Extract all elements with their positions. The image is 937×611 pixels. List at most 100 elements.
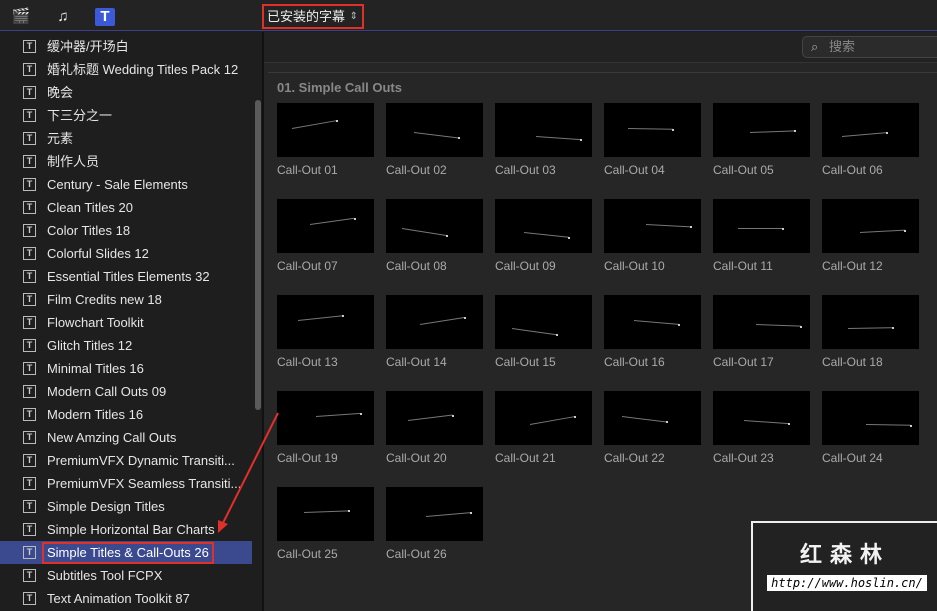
sidebar-item[interactable]: T Essential Titles Elements 32 [0,265,252,288]
sidebar-item[interactable]: T Colorful Slides 12 [0,242,252,265]
sidebar-item[interactable]: T Simple Titles & Call-Outs 26 [0,541,252,564]
title-thumbnail [386,103,483,157]
sidebar-item[interactable]: T Simple Horizontal Bar Charts [0,518,252,541]
sidebar-item-label: Color Titles 18 [47,223,131,238]
title-tile[interactable]: Call-Out 02 [386,103,483,177]
section-header: 01. Simple Call Outs [277,80,402,95]
title-thumbnail [713,295,810,349]
sidebar-item[interactable]: T 下三分之一 [0,104,252,127]
title-tile[interactable]: Call-Out 03 [495,103,592,177]
chevron-updown-icon: ⇕ [349,11,358,22]
clapper-star-icon[interactable]: 🎬 [11,8,31,26]
tile-label: Call-Out 17 [713,355,774,369]
top-toolbar: 🎬 ♫ T 已安装的字幕 ⇕ [0,0,937,31]
tile-label: Call-Out 07 [277,259,338,273]
title-category-icon: T [23,201,36,214]
title-tile[interactable]: Call-Out 17 [713,295,810,369]
sidebar-item[interactable]: T Clean Titles 20 [0,196,252,219]
title-tile[interactable]: Call-Out 16 [604,295,701,369]
title-thumbnail [495,391,592,445]
title-tile[interactable]: Call-Out 06 [822,103,919,177]
title-tile[interactable]: Call-Out 25 [277,487,374,561]
title-tile[interactable]: Call-Out 20 [386,391,483,465]
title-tile[interactable]: Call-Out 05 [713,103,810,177]
search-placeholder: 搜索 [829,39,856,54]
title-tile[interactable]: Call-Out 12 [822,199,919,273]
title-thumbnail [604,103,701,157]
sidebar-item[interactable]: T PremiumVFX Seamless Transiti... [0,472,252,495]
title-tile[interactable]: Call-Out 09 [495,199,592,273]
title-category-icon: T [23,362,36,375]
title-tile[interactable]: Call-Out 23 [713,391,810,465]
watermark-title: 红森林 [799,542,890,567]
library-select[interactable]: 已安装的字幕 ⇕ [262,4,364,29]
tile-label: Call-Out 22 [604,451,665,465]
music-notes-icon[interactable]: ♫ [53,8,73,26]
title-category-icon: T [23,523,36,536]
sidebar-item[interactable]: T 晚会 [0,81,252,104]
title-tile[interactable]: Call-Out 13 [277,295,374,369]
tile-label: Call-Out 10 [604,259,665,273]
sidebar-item[interactable]: T Color Titles 18 [0,219,252,242]
title-tile[interactable]: Call-Out 24 [822,391,919,465]
title-tile[interactable]: Call-Out 14 [386,295,483,369]
tile-label: Call-Out 18 [822,355,883,369]
sidebar-item[interactable]: T 元素 [0,127,252,150]
title-tile[interactable]: Call-Out 04 [604,103,701,177]
sidebar-item[interactable]: T 婚礼标题 Wedding Titles Pack 12 [0,58,252,81]
sidebar-item[interactable]: T Century - Sale Elements [0,173,252,196]
sidebar-item[interactable]: T Modern Titles 16 [0,403,252,426]
title-tile[interactable]: Call-Out 11 [713,199,810,273]
tile-label: Call-Out 19 [277,451,338,465]
title-thumbnail [495,199,592,253]
title-tile[interactable]: Call-Out 19 [277,391,374,465]
sidebar-item[interactable]: T New Amzing Call Outs [0,426,252,449]
tile-label: Call-Out 02 [386,163,447,177]
sidebar-item-label: Simple Design Titles [47,499,165,514]
tile-label: Call-Out 01 [277,163,338,177]
titles-icon[interactable]: T [95,8,115,26]
sidebar-item-label: Flowchart Toolkit [47,315,144,330]
tile-label: Call-Out 08 [386,259,447,273]
title-thumbnail [713,391,810,445]
sidebar-item[interactable]: T Simple Design Titles [0,495,252,518]
sidebar-item[interactable]: T 缓冲器/开场白 [0,35,252,58]
title-tile[interactable]: Call-Out 21 [495,391,592,465]
title-thumbnail [386,487,483,541]
sidebar-item[interactable]: T Glitch Titles 12 [0,334,252,357]
sidebar-item-label: Film Credits new 18 [47,292,162,307]
sidebar-item[interactable]: T Film Credits new 18 [0,288,252,311]
title-thumbnail [277,199,374,253]
sidebar-item-label: Minimal Titles 16 [47,361,144,376]
title-category-icon: T [23,155,36,168]
title-tile[interactable]: Call-Out 08 [386,199,483,273]
sidebar-scrollbar[interactable] [255,100,261,410]
sidebar-item[interactable]: T Modern Call Outs 09 [0,380,252,403]
title-thumbnail [713,103,810,157]
sidebar-item[interactable]: T Minimal Titles 16 [0,357,252,380]
sidebar-item[interactable]: T Subtitles Tool FCPX [0,564,252,587]
title-thumbnail [495,103,592,157]
tile-label: Call-Out 16 [604,355,665,369]
title-tile[interactable]: Call-Out 15 [495,295,592,369]
title-tile[interactable]: Call-Out 26 [386,487,483,561]
title-category-icon: T [23,178,36,191]
sidebar-item[interactable]: T 制作人员 [0,150,252,173]
title-tile[interactable]: Call-Out 22 [604,391,701,465]
sidebar-item-label: 元素 [47,131,74,146]
sidebar-item[interactable]: T PremiumVFX Dynamic Transiti... [0,449,252,472]
sidebar-item[interactable]: T Flowchart Toolkit [0,311,252,334]
title-tile[interactable]: Call-Out 10 [604,199,701,273]
title-tile[interactable]: Call-Out 07 [277,199,374,273]
title-tile[interactable]: Call-Out 18 [822,295,919,369]
sidebar-item-label: Modern Call Outs 09 [47,384,167,399]
title-category-icon: T [23,500,36,513]
sidebar-item[interactable]: T Text Animation Toolkit 87 [0,587,252,610]
search-input[interactable]: ⌕ 搜索 [802,36,937,58]
title-thumbnail [277,103,374,157]
title-thumbnail [713,199,810,253]
title-tile[interactable]: Call-Out 01 [277,103,374,177]
sidebar-item-label: Colorful Slides 12 [47,246,149,261]
tile-label: Call-Out 06 [822,163,883,177]
title-category-icon: T [23,454,36,467]
